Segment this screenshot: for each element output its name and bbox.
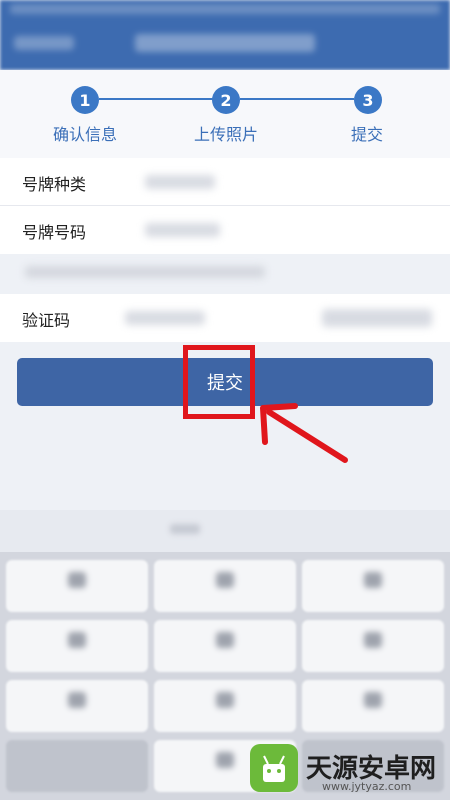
key-3[interactable] xyxy=(302,560,444,612)
plate-number-row[interactable]: 号牌号码 xyxy=(0,206,450,254)
page-title xyxy=(135,34,315,52)
step-1-label: 确认信息 xyxy=(53,125,118,144)
step-3-indicator: 3 xyxy=(354,86,382,114)
key-7[interactable] xyxy=(6,680,148,732)
step-connector xyxy=(99,98,213,100)
key-blank xyxy=(6,740,148,792)
hint-text xyxy=(25,266,265,278)
plate-number-value xyxy=(145,223,220,237)
status-bar xyxy=(10,4,440,14)
step-3-label: 提交 xyxy=(351,125,384,144)
plate-type-label: 号牌种类 xyxy=(22,175,87,194)
red-arrow-icon xyxy=(260,403,348,463)
step-1-indicator: 1 xyxy=(71,86,99,114)
watermark-logo-icon xyxy=(250,744,298,792)
key-6[interactable] xyxy=(302,620,444,672)
captcha-label: 验证码 xyxy=(22,311,71,330)
plate-number-label: 号牌号码 xyxy=(22,223,87,242)
step-connector xyxy=(240,98,354,100)
back-button[interactable] xyxy=(14,36,74,50)
key-4[interactable] xyxy=(6,620,148,672)
captcha-image[interactable] xyxy=(322,309,432,327)
captcha-row[interactable]: 验证码 xyxy=(0,294,450,342)
plate-type-row[interactable]: 号牌种类 xyxy=(0,158,450,206)
key-1[interactable] xyxy=(6,560,148,612)
plate-type-value xyxy=(145,175,215,189)
key-8[interactable] xyxy=(154,680,296,732)
step-2-label: 上传照片 xyxy=(194,125,259,144)
highlight-box xyxy=(183,345,255,419)
watermark-url: www.jytyaz.com xyxy=(322,780,412,793)
keyboard-done-button[interactable] xyxy=(170,524,200,534)
key-2[interactable] xyxy=(154,560,296,612)
captcha-input[interactable] xyxy=(125,311,205,325)
step-2-indicator: 2 xyxy=(212,86,240,114)
keyboard-toolbar xyxy=(0,510,450,552)
key-5[interactable] xyxy=(154,620,296,672)
key-9[interactable] xyxy=(302,680,444,732)
top-nav-bar xyxy=(0,0,450,70)
